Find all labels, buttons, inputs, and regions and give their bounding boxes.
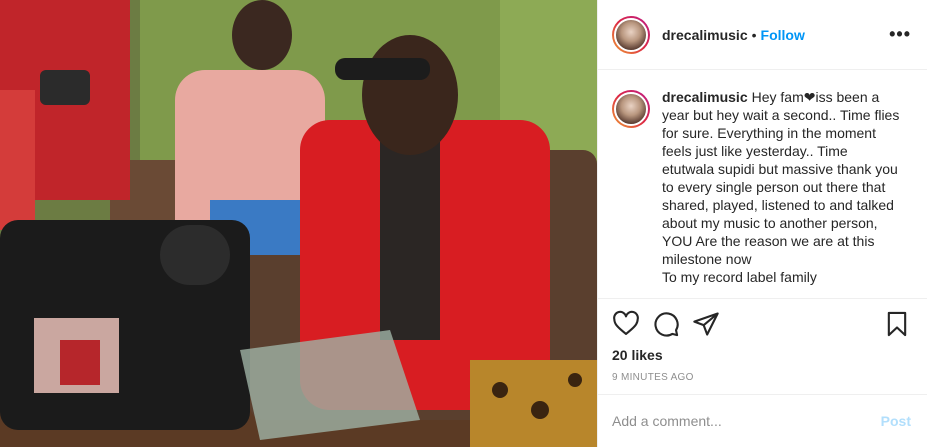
share-icon[interactable] — [692, 310, 720, 338]
post-photo[interactable] — [0, 0, 597, 447]
action-icons — [612, 309, 911, 339]
follow-button[interactable]: Follow — [761, 27, 805, 43]
comment-box: Post — [598, 394, 927, 447]
avatar[interactable] — [612, 15, 650, 54]
comment-input[interactable] — [612, 413, 881, 429]
caption: drecalimusic Hey fam❤iss been a year but … — [662, 88, 902, 298]
caption-avatar[interactable] — [612, 90, 650, 128]
post-timestamp[interactable]: 9 MINUTES AGO — [612, 372, 911, 383]
more-options-icon[interactable]: ••• — [889, 24, 911, 45]
avatar-image — [614, 17, 648, 52]
caption-username[interactable]: drecalimusic — [662, 89, 748, 105]
separator-dot: • — [751, 26, 757, 43]
caption-text: Hey fam❤iss been a year but hey wait a s… — [662, 89, 900, 285]
post-comment-button[interactable]: Post — [881, 413, 911, 429]
post-header: drecalimusic • Follow ••• — [598, 0, 927, 70]
bookmark-icon[interactable] — [883, 310, 911, 338]
comment-icon[interactable] — [652, 310, 680, 338]
likes-count[interactable]: 20 likes — [612, 347, 911, 363]
avatar-image — [614, 92, 648, 126]
post-actions: 20 likes 9 MINUTES AGO — [598, 298, 927, 398]
post-side-panel: drecalimusic • Follow ••• drecalimusic He… — [597, 0, 927, 447]
heart-icon[interactable] — [612, 310, 640, 338]
header-username[interactable]: drecalimusic — [662, 27, 748, 43]
caption-section: drecalimusic Hey fam❤iss been a year but … — [598, 70, 927, 298]
photo-illustration — [0, 0, 597, 447]
